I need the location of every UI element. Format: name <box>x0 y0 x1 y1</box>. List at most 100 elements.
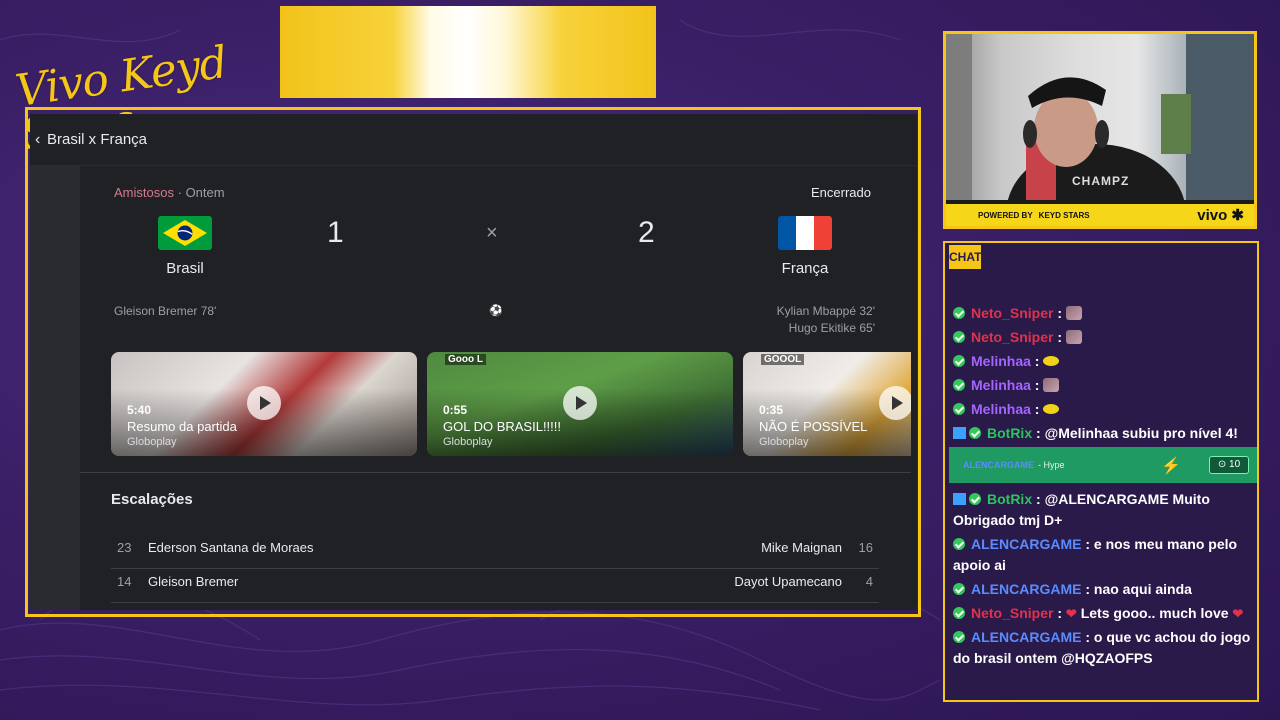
chat-message: Neto_Sniper : <box>953 303 1257 324</box>
brazil-flag-icon <box>158 216 212 250</box>
chat-text: nao aqui ainda <box>1093 581 1192 597</box>
chat-username[interactable]: Neto_Sniper <box>971 305 1053 321</box>
chat-username[interactable]: ALENCARGAME <box>971 629 1081 645</box>
chat-message: Melinhaa : <box>953 375 1257 396</box>
emote-icon <box>1065 306 1082 320</box>
verified-badge-icon <box>953 538 965 550</box>
verified-badge-icon <box>953 403 965 415</box>
row-divider <box>111 568 879 569</box>
verified-badge-icon <box>953 631 965 643</box>
chat-message: ALENCARGAME : nao aqui ainda <box>953 579 1257 600</box>
heart-icon: ❤ <box>1065 606 1077 621</box>
home-scorer: Gleison Bremer 78' <box>114 304 217 318</box>
chat-message: Neto_Sniper : <box>953 327 1257 348</box>
back-arrow-icon[interactable]: ‹ <box>35 131 47 149</box>
away-player-number: 4 <box>865 574 873 589</box>
home-player-name: Ederson Santana de Moraes <box>148 540 314 555</box>
section-divider <box>80 472 917 473</box>
hype-username: ALENCARGAME <box>963 460 1034 470</box>
play-icon[interactable] <box>563 386 597 420</box>
home-score: 1 <box>327 216 344 249</box>
away-team[interactable]: França <box>760 216 850 277</box>
chat-message: ALENCARGAME : e nos meu mano pelo apoio … <box>953 536 1238 573</box>
video-source: Globoplay <box>759 436 809 448</box>
home-player-number: 23 <box>117 540 132 555</box>
chat-username[interactable]: BotRix <box>987 425 1032 441</box>
chat-username[interactable]: Neto_Sniper <box>971 605 1053 621</box>
chat-label: CHAT <box>949 245 981 269</box>
home-player-name: Gleison Bremer <box>148 574 239 589</box>
row-divider <box>111 602 879 603</box>
chat-username[interactable]: ALENCARGAME <box>971 581 1081 597</box>
lineups-title: Escalações <box>111 491 193 508</box>
hype-label: - Hype <box>1038 460 1065 470</box>
lightning-icon: ⚡ <box>1161 458 1181 475</box>
verified-badge-icon <box>953 307 965 319</box>
chat-message: ALENCARGAME : o que vc achou do jogo do … <box>953 629 1251 666</box>
left-sidebar-strip <box>30 166 80 610</box>
away-player-name: Dayot Upamecano <box>734 574 842 589</box>
keyd-stars-logo-icon: KEYD STARS <box>1038 210 1090 220</box>
emote-icon <box>1043 356 1060 366</box>
away-scorer: Kylian Mbappé 32' <box>776 304 875 318</box>
verified-badge-icon <box>969 427 981 439</box>
bot-badge-icon <box>953 493 966 505</box>
video-tag: GOOOL <box>761 354 805 365</box>
chat-message: Neto_Sniper : ❤ Lets gooo.. much love ❤ <box>953 603 1257 624</box>
chat-message: Melinhaa : <box>953 351 1257 372</box>
chat-panel: CHAT Neto_Sniper : Neto_Sniper : Melinha… <box>943 241 1259 702</box>
match-status: Encerrado <box>811 185 871 200</box>
france-flag-icon <box>778 216 832 250</box>
video-card[interactable]: GOOOL 0:35 NÃO É POSSÍVEL Globoplay <box>743 352 912 456</box>
heart-icon: ❤ <box>1232 606 1244 621</box>
chat-username[interactable]: Melinhaa <box>971 401 1031 417</box>
video-tag: Gooo L <box>445 354 486 365</box>
hype-count: ⊙ 10 <box>1209 456 1249 474</box>
video-card[interactable]: Gooo L 0:55 GOL DO BRASIL!!!!! Globoplay <box>427 352 733 456</box>
meta-separator: · <box>177 185 182 200</box>
chat-username[interactable]: BotRix <box>987 491 1032 507</box>
home-team[interactable]: Brasil <box>140 216 230 277</box>
verified-badge-icon <box>953 607 965 619</box>
away-player-name: Mike Maignan <box>761 540 842 555</box>
chat-username[interactable]: Melinhaa <box>971 353 1031 369</box>
home-player-number: 14 <box>117 574 132 589</box>
video-duration: 0:55 <box>443 403 468 417</box>
play-icon[interactable] <box>879 386 912 420</box>
video-title: Resumo da partida <box>127 419 237 434</box>
chat-messages: Neto_Sniper : Neto_Sniper : Melinhaa : M… <box>949 303 1257 672</box>
emote-icon <box>1065 330 1082 344</box>
score-separator: × <box>486 222 498 244</box>
video-duration: 5:40 <box>127 403 152 417</box>
chat-username[interactable]: ALENCARGAME <box>971 536 1081 552</box>
powered-by-text: POWERED BY KEYD STARS <box>978 210 1090 220</box>
scrollbar[interactable] <box>911 166 917 610</box>
emote-icon <box>1043 378 1060 392</box>
verified-badge-icon <box>953 355 965 367</box>
chat-message: BotRix : @Melinhaa subiu pro nível 4! <box>953 423 1257 444</box>
chat-username[interactable]: Neto_Sniper <box>971 329 1053 345</box>
page-title: Brasil x França <box>47 131 148 148</box>
video-card[interactable]: 5:40 Resumo da partida Globoplay <box>111 352 417 456</box>
verified-badge-icon <box>953 331 965 343</box>
top-banner <box>280 6 656 98</box>
video-source: Globoplay <box>443 436 493 448</box>
chat-text: @Melinhaa subiu pro nível 4! <box>1044 425 1238 441</box>
video-source: Globoplay <box>127 436 177 448</box>
match-date: Ontem <box>185 185 225 200</box>
emote-icon <box>1043 404 1060 414</box>
chat-username[interactable]: Melinhaa <box>971 377 1031 393</box>
soccer-ball-icon: ⚽ <box>489 305 503 317</box>
verified-badge-icon <box>969 493 981 505</box>
chat-message: BotRix : @ALENCARGAME Muito Obrigado tmj… <box>953 491 1210 528</box>
match-meta: Amistosos · Ontem <box>114 185 225 200</box>
away-player-number: 16 <box>858 540 873 555</box>
competition-link[interactable]: Amistosos <box>114 185 174 200</box>
verified-badge-icon <box>953 583 965 595</box>
play-icon[interactable] <box>247 386 281 420</box>
verified-badge-icon <box>953 379 965 391</box>
vivo-logo: vivo ✱ <box>1197 207 1244 224</box>
video-title: GOL DO BRASIL!!!!! <box>443 419 561 434</box>
video-title: NÃO É POSSÍVEL <box>759 419 868 434</box>
sponsor-bar: POWERED BY KEYD STARS vivo ✱ <box>946 204 1254 226</box>
